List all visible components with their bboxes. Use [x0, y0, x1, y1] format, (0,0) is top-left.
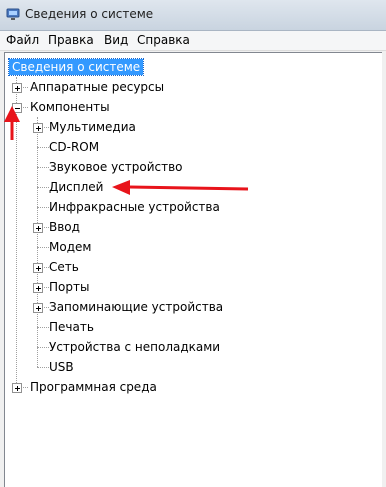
- tree-root-system-summary[interactable]: Сведения о системе: [7, 58, 145, 76]
- tree-line: [37, 147, 49, 148]
- window-title: Сведения о системе: [25, 7, 154, 21]
- category-tree[interactable]: Сведения о системе Аппаратные ресурсы Ко…: [4, 52, 382, 487]
- tree-item-usb[interactable]: USB: [49, 359, 74, 375]
- tree-line: [37, 207, 49, 208]
- tree-line: [37, 327, 49, 328]
- system-info-window: Сведения о системе Файл Правка Вид Справ…: [0, 0, 386, 487]
- expand-icon[interactable]: [33, 263, 43, 273]
- menu-help[interactable]: Справка: [137, 33, 190, 47]
- tree-line: [37, 247, 49, 248]
- tree-item-sound-device[interactable]: Звуковое устройство: [49, 159, 183, 175]
- tree-item-network[interactable]: Сеть: [49, 259, 79, 275]
- tree-line: [37, 347, 49, 348]
- tree-item-modem[interactable]: Модем: [49, 239, 91, 255]
- tree-item-infrared[interactable]: Инфракрасные устройства: [49, 199, 220, 215]
- expand-icon[interactable]: [12, 383, 22, 393]
- tree-item-multimedia[interactable]: Мультимедиа: [49, 119, 136, 135]
- tree-line: [37, 187, 49, 188]
- tree-item-hardware-resources[interactable]: Аппаратные ресурсы: [30, 79, 164, 95]
- system-info-app-icon: [6, 8, 20, 20]
- menu-view[interactable]: Вид: [104, 33, 128, 47]
- tree-item-display[interactable]: Дисплей: [49, 179, 103, 195]
- tree-item-printing[interactable]: Печать: [49, 319, 94, 335]
- expand-icon[interactable]: [12, 83, 22, 93]
- expand-icon[interactable]: [33, 123, 43, 133]
- tree-item-software-environment[interactable]: Программная среда: [30, 379, 157, 395]
- tree-item-problem-devices[interactable]: Устройства с неполадками: [49, 339, 220, 355]
- expand-icon[interactable]: [33, 223, 43, 233]
- tree-line: [37, 367, 49, 368]
- expand-icon[interactable]: [33, 303, 43, 313]
- tree-line: [37, 117, 38, 367]
- tree-item-ports[interactable]: Порты: [49, 279, 89, 295]
- tree-item-components[interactable]: Компоненты: [30, 99, 110, 115]
- tree-line: [37, 167, 49, 168]
- menu-edit[interactable]: Правка: [48, 33, 94, 47]
- expand-icon[interactable]: [33, 283, 43, 293]
- title-bar: Сведения о системе: [0, 0, 386, 31]
- tree-line: [16, 77, 17, 387]
- menu-file[interactable]: Файл: [6, 33, 39, 47]
- tree-item-input[interactable]: Ввод: [49, 219, 80, 235]
- tree-item-storage[interactable]: Запоминающие устройства: [49, 299, 223, 315]
- menu-bar: Файл Правка Вид Справка: [0, 31, 386, 51]
- tree-item-cd-rom[interactable]: CD-ROM: [49, 139, 99, 155]
- collapse-icon[interactable]: [12, 103, 22, 113]
